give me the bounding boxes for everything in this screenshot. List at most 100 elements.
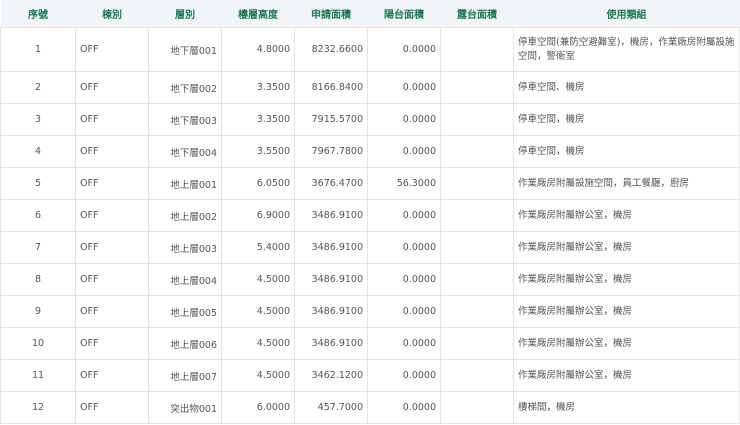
table-row: 12 OFF 突出物001 6.0000 457.7000 0.0000 樓梯間，機房	[0, 391, 740, 424]
cell-applied-area: 3486.9100	[294, 199, 368, 232]
header-applied-area: 申請面積	[294, 0, 368, 28]
cell-usage-group: 作業廠房附屬辦公室，機房	[513, 295, 740, 328]
cell-terrace-area	[440, 359, 514, 392]
cell-balcony-area: 0.0000	[367, 135, 441, 168]
cell-applied-area: 8166.8400	[294, 71, 368, 104]
table-row: 8 OFF 地上層004 4.5000 3486.9100 0.0000 作業廠房附屬辦公室…	[0, 263, 740, 296]
table-row: 4 OFF 地下層004 3.5500 7967.7800 0.0000 停車空間，機房	[0, 135, 740, 168]
cell-terrace-area	[440, 167, 514, 200]
header-floor-height: 樓層高度	[221, 0, 295, 28]
cell-building: OFF	[75, 135, 149, 168]
cell-seq: 6	[0, 199, 76, 232]
cell-building: OFF	[75, 327, 149, 360]
cell-balcony-area: 0.0000	[367, 327, 441, 360]
cell-floor: 地上層001	[148, 167, 222, 200]
cell-usage-group: 停車空間，機房	[513, 103, 740, 136]
cell-usage-group: 停車空間(兼防空避難室)，機房，作業廠房附屬設施空間，警衛室	[513, 27, 740, 72]
header-building: 棟別	[75, 0, 149, 28]
table-header-row: 序號 棟別 層別 樓層高度 申請面積 陽台面積 露台面積 使用類組	[0, 0, 740, 28]
cell-terrace-area	[440, 231, 514, 264]
cell-usage-group: 作業廠房附屬辦公室，機房	[513, 327, 740, 360]
cell-floor-height: 3.5500	[221, 135, 295, 168]
cell-applied-area: 3486.9100	[294, 231, 368, 264]
cell-floor-height: 4.5000	[221, 327, 295, 360]
cell-terrace-area	[440, 199, 514, 232]
cell-terrace-area	[440, 135, 514, 168]
cell-building: OFF	[75, 103, 149, 136]
cell-usage-group: 作業廠房附屬辦公室，機房	[513, 199, 740, 232]
cell-floor-height: 6.0000	[221, 391, 295, 424]
cell-building: OFF	[75, 359, 149, 392]
cell-building: OFF	[75, 263, 149, 296]
cell-usage-group: 停車空間、機房	[513, 71, 740, 104]
cell-seq: 12	[0, 391, 76, 424]
cell-terrace-area	[440, 327, 514, 360]
cell-seq: 10	[0, 327, 76, 360]
cell-applied-area: 3486.9100	[294, 263, 368, 296]
cell-floor-height: 5.4000	[221, 231, 295, 264]
cell-floor-height: 6.9000	[221, 199, 295, 232]
cell-applied-area: 3676.4700	[294, 167, 368, 200]
cell-floor-height: 3.3500	[221, 71, 295, 104]
cell-seq: 2	[0, 71, 76, 104]
cell-balcony-area: 0.0000	[367, 199, 441, 232]
cell-floor-height: 3.3500	[221, 103, 295, 136]
cell-applied-area: 7967.7800	[294, 135, 368, 168]
cell-applied-area: 8232.6600	[294, 27, 368, 72]
cell-terrace-area	[440, 27, 514, 72]
cell-building: OFF	[75, 391, 149, 424]
table-row: 6 OFF 地上層002 6.9000 3486.9100 0.0000 作業廠房附屬辦公室…	[0, 199, 740, 232]
cell-floor: 地上層002	[148, 199, 222, 232]
table-row: 10 OFF 地上層006 4.5000 3486.9100 0.0000 作業廠房附屬辦公…	[0, 327, 740, 360]
cell-balcony-area: 0.0000	[367, 263, 441, 296]
cell-terrace-area	[440, 391, 514, 424]
cell-floor: 地上層005	[148, 295, 222, 328]
cell-floor: 地下層003	[148, 103, 222, 136]
cell-seq: 4	[0, 135, 76, 168]
cell-seq: 1	[0, 27, 76, 72]
cell-usage-group: 樓梯間，機房	[513, 391, 740, 424]
cell-floor: 地上層006	[148, 327, 222, 360]
cell-building: OFF	[75, 295, 149, 328]
cell-balcony-area: 0.0000	[367, 27, 441, 72]
cell-applied-area: 457.7000	[294, 391, 368, 424]
cell-balcony-area: 0.0000	[367, 103, 441, 136]
cell-floor: 突出物001	[148, 391, 222, 424]
cell-building: OFF	[75, 27, 149, 72]
table-row: 9 OFF 地上層005 4.5000 3486.9100 0.0000 作業廠房附屬辦公室…	[0, 295, 740, 328]
cell-seq: 7	[0, 231, 76, 264]
cell-usage-group: 作業廠房附屬設施空間，員工餐廳，廚房	[513, 167, 740, 200]
cell-usage-group: 作業廠房附屬辦公室，機房	[513, 359, 740, 392]
cell-floor: 地下層001	[148, 27, 222, 72]
cell-balcony-area: 0.0000	[367, 71, 441, 104]
floor-area-table: 序號 棟別 層別 樓層高度 申請面積 陽台面積 露台面積 使用類組 1 OFF 地下層001 4.8…	[0, 0, 740, 424]
cell-floor-height: 6.0500	[221, 167, 295, 200]
cell-seq: 8	[0, 263, 76, 296]
cell-floor: 地上層007	[148, 359, 222, 392]
cell-seq: 11	[0, 359, 76, 392]
cell-usage-group: 作業廠房附屬辦公室，機房	[513, 263, 740, 296]
cell-terrace-area	[440, 263, 514, 296]
header-seq: 序號	[0, 0, 76, 28]
cell-terrace-area	[440, 295, 514, 328]
header-terrace-area: 露台面積	[440, 0, 514, 28]
cell-floor: 地下層004	[148, 135, 222, 168]
cell-floor-height: 4.8000	[221, 27, 295, 72]
cell-applied-area: 3486.9100	[294, 295, 368, 328]
cell-balcony-area: 0.0000	[367, 295, 441, 328]
cell-building: OFF	[75, 71, 149, 104]
cell-applied-area: 3462.1200	[294, 359, 368, 392]
cell-balcony-area: 0.0000	[367, 391, 441, 424]
cell-applied-area: 3486.9100	[294, 327, 368, 360]
cell-terrace-area	[440, 103, 514, 136]
table-row: 2 OFF 地下層002 3.3500 8166.8400 0.0000 停車空間、機房	[0, 71, 740, 104]
cell-applied-area: 7915.5700	[294, 103, 368, 136]
header-balcony-area: 陽台面積	[367, 0, 441, 28]
cell-floor-height: 4.5000	[221, 359, 295, 392]
cell-floor-height: 4.5000	[221, 263, 295, 296]
cell-seq: 5	[0, 167, 76, 200]
cell-building: OFF	[75, 231, 149, 264]
table-row: 5 OFF 地上層001 6.0500 3676.4700 56.3000 作業廠房附屬設施…	[0, 167, 740, 200]
cell-usage-group: 停車空間，機房	[513, 135, 740, 168]
cell-seq: 9	[0, 295, 76, 328]
